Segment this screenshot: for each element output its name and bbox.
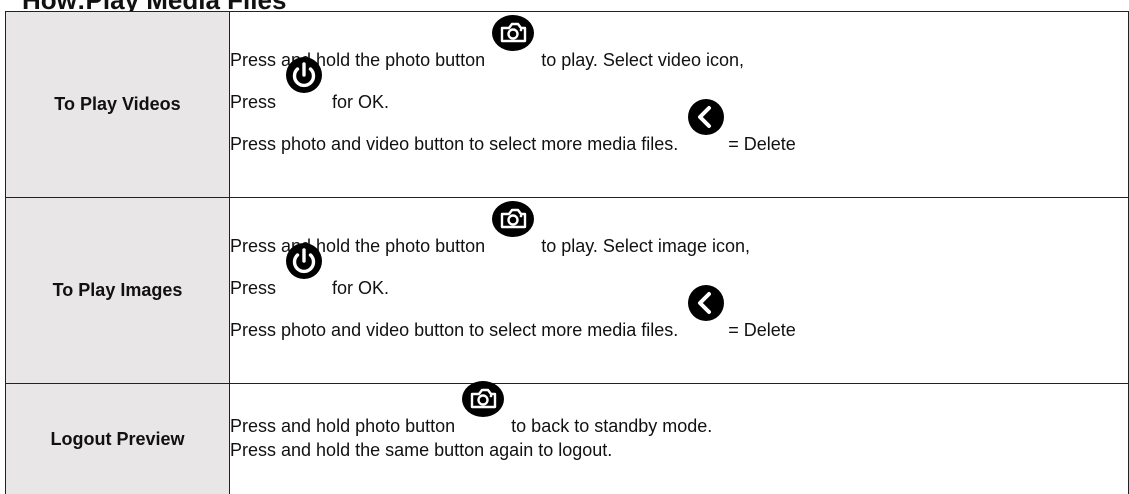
camera-icon [491,221,535,261]
instruction-text: Press and hold the photo button [230,235,485,261]
camera-icon [491,35,535,75]
table-row-play-images: To Play Images Press and hold the photo … [6,198,1129,384]
instruction-line: Press photo and video button to select m… [230,303,1128,345]
instruction-text: for OK. [332,277,389,303]
row-content-play-images: Press and hold the photo button to play.… [230,198,1129,384]
instruction-text: Press and hold the same button again to … [230,439,612,465]
back-chevron-icon [684,305,728,345]
table-row-play-videos: To Play Videos Press and hold the photo … [6,12,1129,198]
camera-icon [461,401,505,441]
instruction-line: Press and hold the photo button to play.… [230,33,1128,75]
back-chevron-icon [684,119,728,159]
instruction-text: Press [230,91,276,117]
instruction-text: to play. Select image icon, [541,235,750,261]
row-content-play-videos: Press and hold the photo button to play.… [230,12,1129,198]
instruction-text: Press and hold photo button [230,415,455,441]
instruction-text: to back to standby mode. [511,415,712,441]
instruction-text: = Delete [728,319,796,345]
instruction-text: Press [230,277,276,303]
instruction-line: Press for OK. [230,261,1128,303]
row-label-play-images: To Play Images [6,198,230,384]
row-content-logout-preview: Press and hold photo button to back to s… [230,384,1129,494]
power-icon [282,263,326,303]
instruction-line: Press for OK. [230,75,1128,117]
instruction-line: Press and hold the same button again to … [230,441,1128,465]
instruction-text: Press photo and video button to select m… [230,133,678,159]
instruction-text: for OK. [332,91,389,117]
row-label-logout-preview: Logout Preview [6,384,230,494]
row-label-play-videos: To Play Videos [6,12,230,198]
instructions-table: To Play Videos Press and hold the photo … [5,11,1129,494]
instruction-text: Press photo and video button to select m… [230,319,678,345]
instruction-line: Press photo and video button to select m… [230,117,1128,159]
instruction-line: Press and hold photo button to back to s… [230,413,1128,441]
instruction-text: Press and hold the photo button [230,49,485,75]
instruction-text: to play. Select video icon, [541,49,744,75]
power-icon [282,77,326,117]
table-row-logout-preview: Logout Preview Press and hold photo butt… [6,384,1129,494]
instruction-line: Press and hold the photo button to play.… [230,219,1128,261]
instruction-text: = Delete [728,133,796,159]
